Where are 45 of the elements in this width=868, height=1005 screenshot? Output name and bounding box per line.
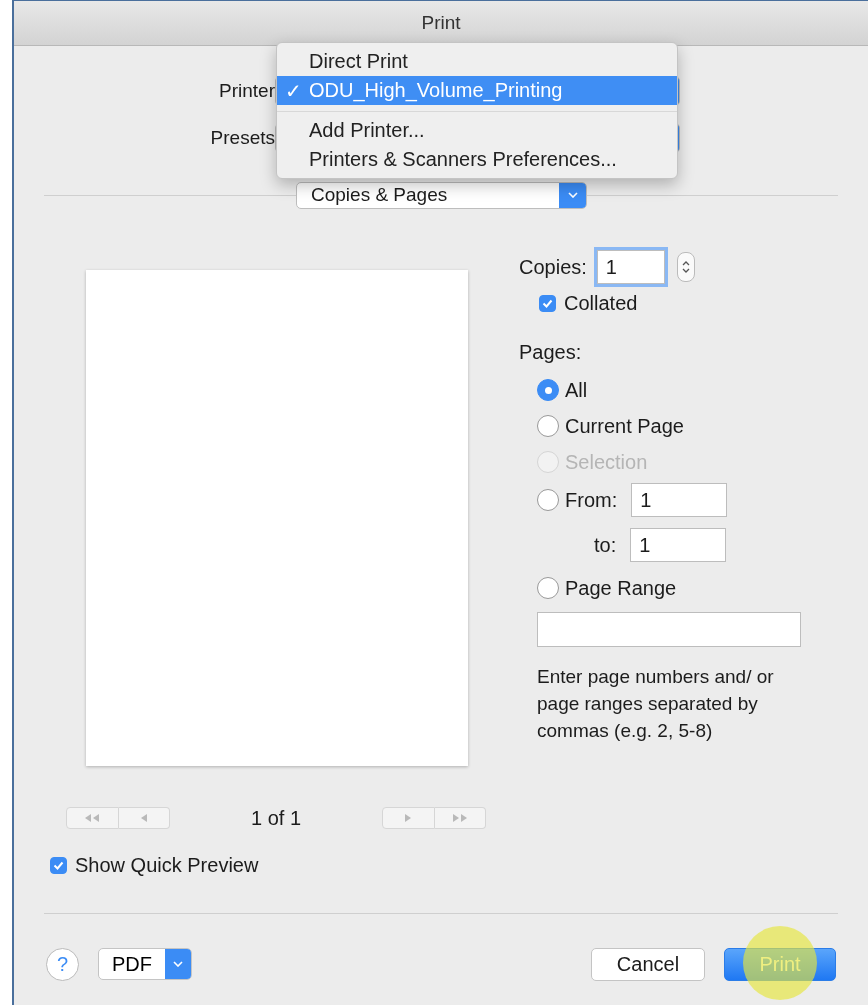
left-arrow-icon <box>139 813 148 823</box>
pdf-menu-button[interactable]: PDF <box>98 948 192 980</box>
double-right-arrow-icon <box>451 813 468 823</box>
checkmark: ✓ <box>285 78 302 103</box>
right-arrow-icon <box>404 813 413 823</box>
from-field[interactable]: 1 <box>631 483 728 517</box>
copies-label: Copies: <box>519 255 587 279</box>
previous-page-button[interactable] <box>118 807 170 829</box>
checkbox-label: Collated <box>564 292 638 315</box>
radio-label: Current Page <box>565 414 684 438</box>
first-page-button[interactable] <box>66 807 119 829</box>
radio-label: From: <box>565 488 618 512</box>
presets-label: Presets <box>209 127 275 149</box>
to-label: to: <box>594 533 617 557</box>
page-range-hint: Enter page numbers and/ or page ranges separated by commas (e.g. 2, 5-8) <box>537 665 775 743</box>
radio-label: Page Range <box>565 576 677 600</box>
checkbox[interactable] <box>539 295 556 312</box>
menu-item[interactable]: Printers & Scanners Preferences... <box>277 145 677 174</box>
copies-field[interactable]: 1 <box>596 250 665 284</box>
radio-button[interactable] <box>537 379 559 401</box>
radio-label: All <box>565 378 588 402</box>
radio-button[interactable] <box>537 489 559 511</box>
stepper-arrows-icon <box>681 259 690 275</box>
menu-item[interactable]: Add Printer... <box>277 116 677 145</box>
radio-button[interactable] <box>537 577 559 599</box>
checkmark-icon <box>542 299 553 308</box>
next-page-button[interactable] <box>382 807 435 829</box>
cancel-button[interactable]: Cancel <box>591 947 705 981</box>
double-left-arrow-icon <box>84 813 101 823</box>
menu-item[interactable]: Direct Print <box>277 47 677 76</box>
chevron-down-icon <box>173 961 183 967</box>
checkbox-label: Show Quick Preview <box>75 854 259 877</box>
chevron-down-icon <box>567 192 578 198</box>
checkmark-icon <box>53 861 64 870</box>
page-range-field[interactable] <box>537 612 801 647</box>
radio-button[interactable] <box>537 415 559 437</box>
page-indicator: 1 of 1 <box>249 806 302 830</box>
printer-label: Printer <box>218 80 275 102</box>
pages-label: Pages: <box>519 341 583 364</box>
checkbox[interactable] <box>50 857 67 874</box>
last-page-button[interactable] <box>434 807 486 829</box>
section-popup[interactable]: Copies & Pages <box>296 181 587 209</box>
stepper[interactable] <box>676 252 695 282</box>
window-title: Print <box>421 12 461 34</box>
to-field[interactable]: 1 <box>630 528 727 562</box>
